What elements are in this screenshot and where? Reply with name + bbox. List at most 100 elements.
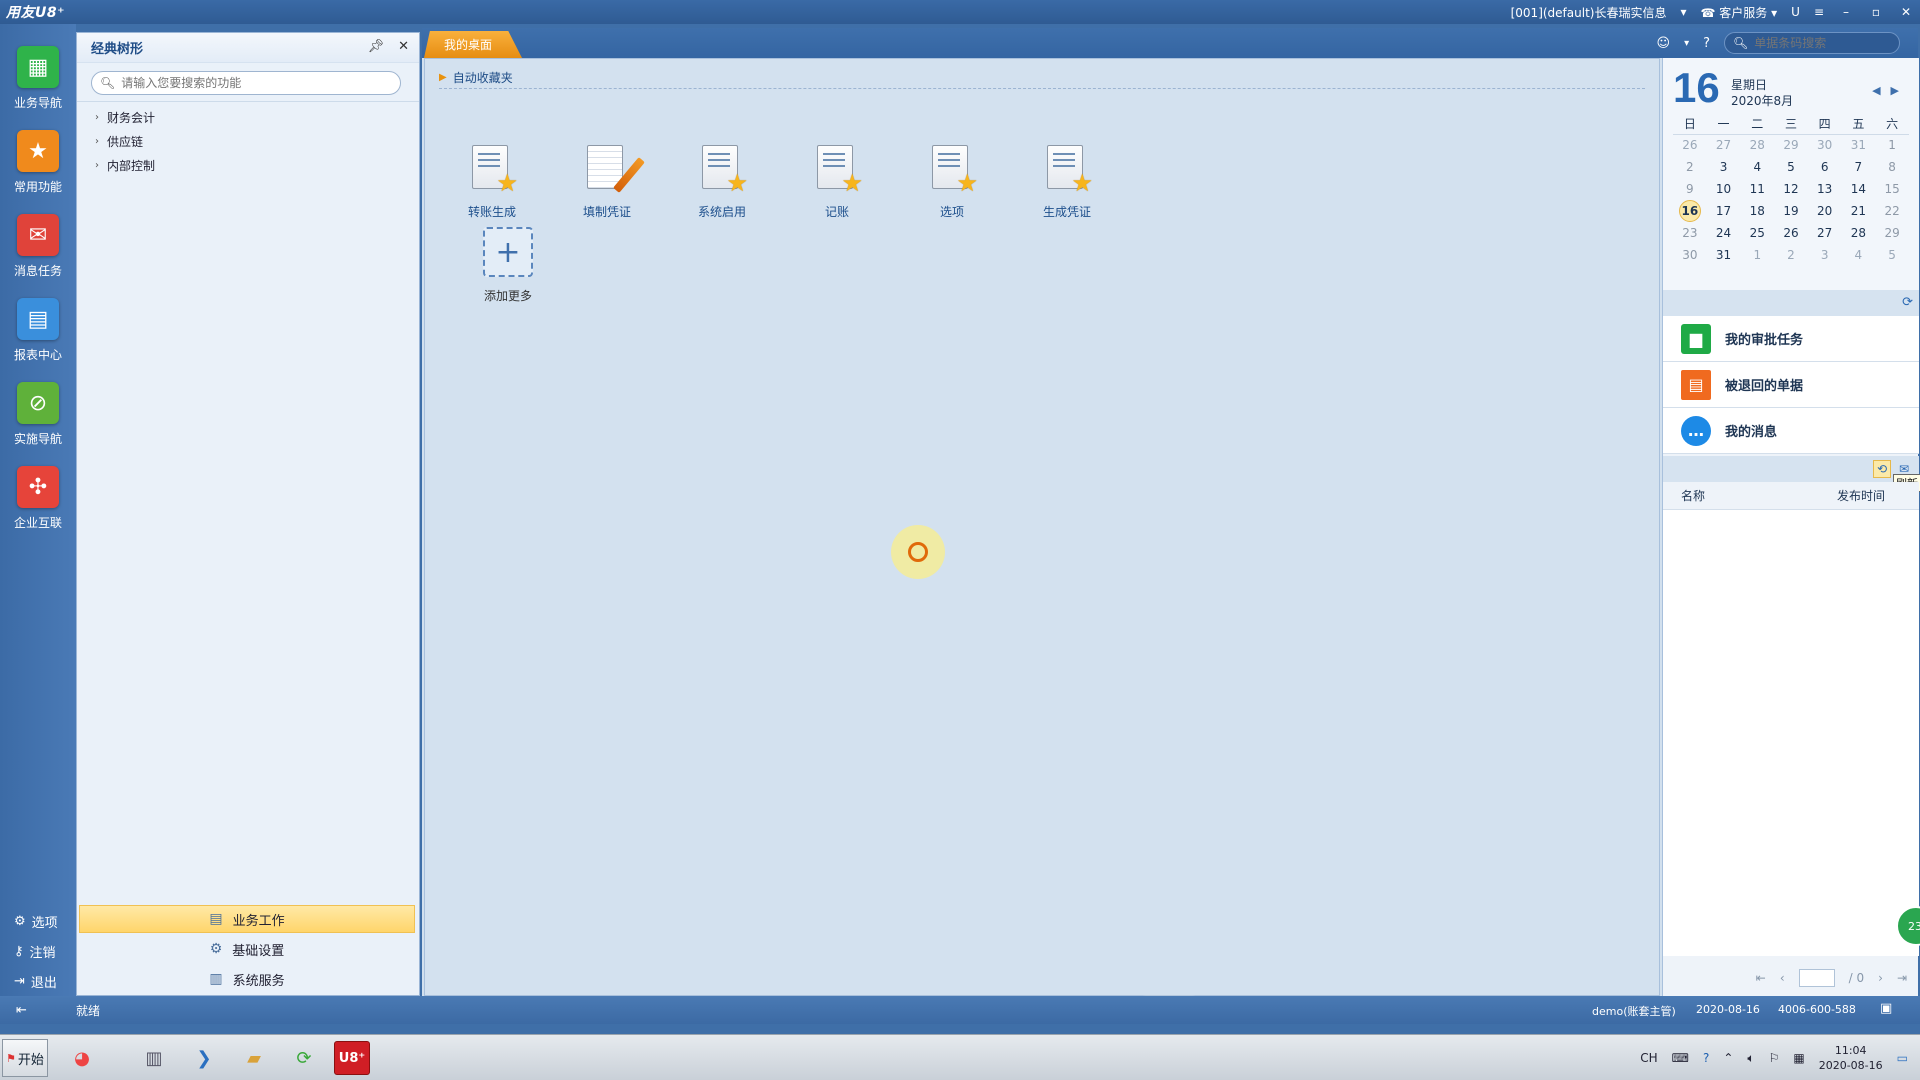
chevron-down-icon[interactable]: ▾ xyxy=(1680,5,1686,19)
calendar-day-cell[interactable]: 18 xyxy=(1740,200,1774,222)
calendar-day-cell[interactable]: 28 xyxy=(1740,134,1774,156)
tab-business-work[interactable]: ▤ 业务工作 xyxy=(79,905,415,933)
language-indicator[interactable]: CH xyxy=(1640,1051,1657,1065)
help-icon[interactable]: ? xyxy=(1703,36,1710,51)
favorites-header[interactable]: ▶ 自动收藏夹 xyxy=(439,67,1645,89)
logout-button[interactable]: ⚷ 注销 xyxy=(14,942,56,961)
nav-report-center[interactable]: ▤ 报表中心 xyxy=(0,290,76,374)
close-button[interactable]: ✕ xyxy=(1898,5,1914,19)
tab-my-desktop[interactable]: 我的桌面 xyxy=(424,31,522,58)
pin-icon[interactable]: 📌︎ xyxy=(368,39,385,54)
account-context[interactable]: [001](default)长春瑞实信息 xyxy=(1511,4,1667,21)
calendar-day-cell[interactable]: 17 xyxy=(1707,200,1741,222)
menu-icon[interactable]: ≡ xyxy=(1814,5,1824,19)
add-more-button[interactable]: + 添加更多 xyxy=(463,227,553,304)
close-icon[interactable]: ✕ xyxy=(398,39,409,54)
calendar-day-cell[interactable]: 10 xyxy=(1707,178,1741,200)
tab-basic-settings[interactable]: ⚙ 基础设置 xyxy=(79,935,415,963)
calendar-day-cell[interactable]: 14 xyxy=(1842,178,1876,200)
calendar-day-cell[interactable]: 6 xyxy=(1808,156,1842,178)
options-button[interactable]: ⚙ 选项 xyxy=(14,912,58,931)
my-approval-tasks[interactable]: ▆ 我的审批任务 xyxy=(1663,316,1919,362)
tree-node-internal-control[interactable]: › 内部控制 xyxy=(95,157,155,174)
calendar-day-cell[interactable]: 3 xyxy=(1808,244,1842,266)
calendar-day-cell[interactable]: 29 xyxy=(1774,134,1808,156)
calendar-day-cell[interactable]: 3 xyxy=(1707,156,1741,178)
calendar-day-cell[interactable]: 23 xyxy=(1673,222,1707,244)
keyboard-icon[interactable]: ⌨ xyxy=(1672,1051,1689,1065)
prev-month-icon[interactable]: ◀ xyxy=(1872,84,1880,97)
tab-system-service[interactable]: ▥ 系统服务 xyxy=(79,965,415,993)
taskbar-ie-icon[interactable]: ◕ xyxy=(64,1041,100,1075)
u-button[interactable]: U xyxy=(1791,5,1800,19)
prev-page-icon[interactable]: ‹ xyxy=(1780,971,1785,985)
last-page-icon[interactable]: ⇥ xyxy=(1897,971,1907,985)
refresh-icon[interactable]: ⟳ xyxy=(1902,295,1913,310)
tree-node-finance[interactable]: › 财务会计 xyxy=(95,109,155,126)
calendar-day-cell[interactable]: 31 xyxy=(1707,244,1741,266)
smiley-icon[interactable]: ☺ xyxy=(1657,36,1671,51)
customer-service-button[interactable]: ☎ 客户服务 ▾ xyxy=(1701,4,1778,21)
next-page-icon[interactable]: › xyxy=(1878,971,1883,985)
minimize-button[interactable]: – xyxy=(1838,5,1854,19)
taskbar-server-icon[interactable]: ▥ xyxy=(136,1041,172,1075)
calendar-day-cell[interactable]: 26 xyxy=(1673,134,1707,156)
show-desktop-icon[interactable]: ▭ xyxy=(1897,1051,1908,1065)
arrow-up-icon[interactable]: ⌃ xyxy=(1723,1051,1733,1065)
calculator-icon[interactable]: ▣ xyxy=(1880,1001,1892,1016)
network-icon[interactable]: ▦ xyxy=(1793,1051,1804,1065)
clock[interactable]: 11:04 2020-08-16 xyxy=(1819,1043,1883,1073)
calendar-day-cell[interactable]: 5 xyxy=(1875,244,1909,266)
returned-documents[interactable]: ▤ 被退回的单据 xyxy=(1663,362,1919,408)
calendar-day-cell[interactable]: 12 xyxy=(1774,178,1808,200)
app-bookkeeping[interactable]: ★ 记账 xyxy=(792,145,882,220)
taskbar-u8-app[interactable]: U8⁺ xyxy=(334,1041,370,1075)
calendar-day-cell[interactable]: 1 xyxy=(1875,134,1909,156)
tree-node-supply-chain[interactable]: › 供应链 xyxy=(95,133,143,150)
column-publish-time[interactable]: 发布时间 xyxy=(1837,487,1885,504)
calendar-day-cell[interactable]: 27 xyxy=(1707,134,1741,156)
calendar-day-cell[interactable]: 29 xyxy=(1875,222,1909,244)
flag-icon[interactable]: ⚐ xyxy=(1769,1051,1780,1065)
calendar-day-cell[interactable]: 31 xyxy=(1842,134,1876,156)
calendar-day-cell[interactable]: 13 xyxy=(1808,178,1842,200)
calendar-day-cell[interactable]: 4 xyxy=(1842,244,1876,266)
start-button[interactable]: ⚑ 开始 xyxy=(2,1039,48,1077)
nav-implementation[interactable]: ⊘ 实施导航 xyxy=(0,374,76,458)
chevron-down-icon[interactable]: ▾ xyxy=(1684,38,1689,49)
calendar-day-cell[interactable]: 8 xyxy=(1875,156,1909,178)
calendar-day-cell[interactable]: 30 xyxy=(1673,244,1707,266)
calendar-day-cell[interactable]: 24 xyxy=(1707,222,1741,244)
nav-enterprise-interconnect[interactable]: ✣ 企业互联 xyxy=(0,458,76,542)
app-system-enable[interactable]: ★ 系统启用 xyxy=(677,145,767,220)
calendar-day-cell[interactable]: 16 xyxy=(1673,200,1707,222)
exit-button[interactable]: ⇥ 退出 xyxy=(14,972,57,991)
calendar-day-cell[interactable]: 9 xyxy=(1673,178,1707,200)
calendar-day-cell[interactable]: 22 xyxy=(1875,200,1909,222)
calendar-day-cell[interactable]: 5 xyxy=(1774,156,1808,178)
calendar-day-cell[interactable]: 27 xyxy=(1808,222,1842,244)
volume-icon[interactable]: 🔈︎ xyxy=(1747,1051,1754,1066)
calendar-day-cell[interactable]: 2 xyxy=(1673,156,1707,178)
column-name[interactable]: 名称 xyxy=(1681,487,1705,504)
next-month-icon[interactable]: ▶ xyxy=(1891,84,1899,97)
taskbar-folder-icon[interactable]: ▰ xyxy=(236,1041,272,1075)
calendar-day-cell[interactable]: 2 xyxy=(1774,244,1808,266)
calendar-day-cell[interactable]: 11 xyxy=(1740,178,1774,200)
my-messages[interactable]: … 我的消息 xyxy=(1663,408,1919,454)
calendar-day-cell[interactable]: 15 xyxy=(1875,178,1909,200)
calendar-day-cell[interactable]: 25 xyxy=(1740,222,1774,244)
calendar-day-cell[interactable]: 28 xyxy=(1842,222,1876,244)
calendar-day-cell[interactable]: 4 xyxy=(1740,156,1774,178)
calendar-day-cell[interactable]: 20 xyxy=(1808,200,1842,222)
collapse-icon[interactable]: ⇤ xyxy=(16,1003,27,1018)
calendar-day-cell[interactable]: 21 xyxy=(1842,200,1876,222)
taskbar-browser-icon[interactable]: ⟳ xyxy=(286,1041,322,1075)
help-icon[interactable]: ? xyxy=(1703,1051,1709,1065)
calendar-day-cell[interactable]: 1 xyxy=(1740,244,1774,266)
app-fill-voucher[interactable]: 填制凭证 xyxy=(562,145,652,220)
refresh-button[interactable]: ⟲ xyxy=(1873,460,1891,478)
restore-button[interactable]: ▫ xyxy=(1868,5,1884,19)
app-generate-voucher[interactable]: ★ 生成凭证 xyxy=(1022,145,1112,220)
taskbar-powershell-icon[interactable]: ❯ xyxy=(186,1041,222,1075)
